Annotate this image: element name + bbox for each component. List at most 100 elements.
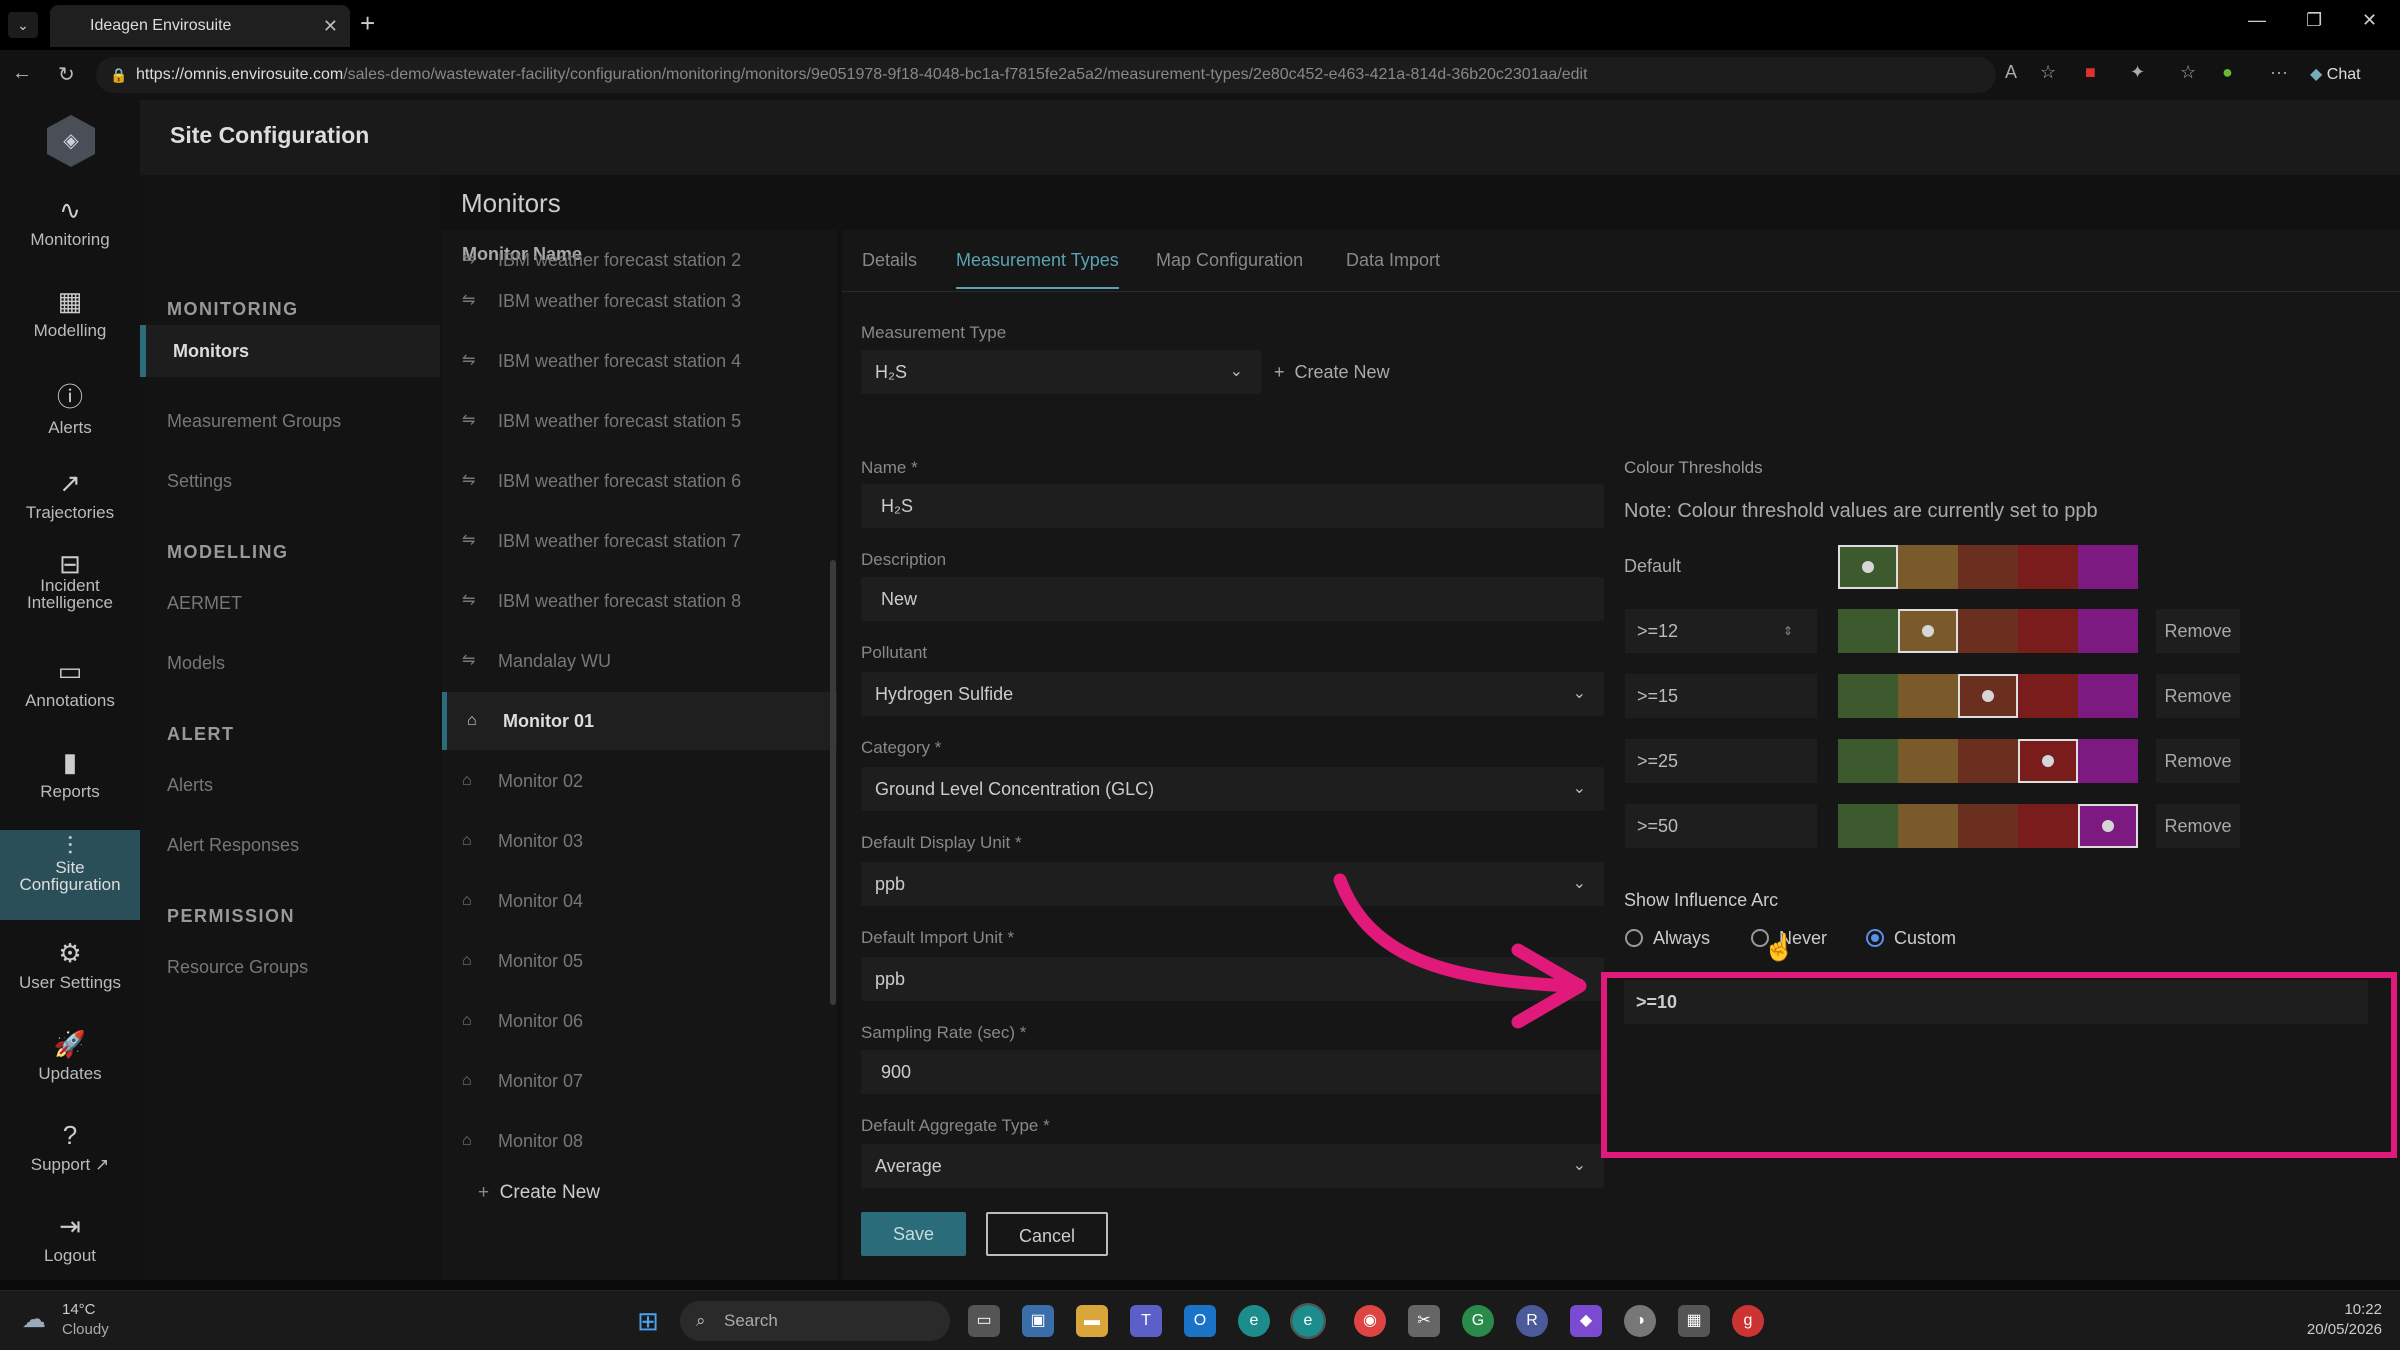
threshold-colour-swatch[interactable] <box>1838 739 1898 783</box>
radio-always[interactable] <box>1625 929 1643 947</box>
secnav-alerts[interactable]: Alerts <box>167 775 213 796</box>
create-measurement-type-button[interactable]: + Create New <box>1274 362 1390 383</box>
monitor-item[interactable]: ⇋ IBM weather forecast station 2 <box>442 250 837 270</box>
favorite-icon[interactable]: ☆ <box>2040 62 2056 83</box>
tab-data-import[interactable]: Data Import <box>1346 250 1440 271</box>
nav-modelling[interactable]: ▦ Modelling <box>0 286 140 341</box>
threshold-colour-swatch[interactable] <box>1838 804 1898 848</box>
restore-icon[interactable]: ❐ <box>2306 10 2322 31</box>
monitor-item[interactable]: ⇋ IBM weather forecast station 3 <box>442 272 837 330</box>
monitor-item[interactable]: ⇋ Mandalay WU <box>442 632 837 690</box>
remove-threshold-button[interactable]: Remove <box>2156 804 2240 848</box>
nav-monitoring[interactable]: ∿ Monitoring <box>0 195 140 250</box>
nav-support[interactable]: ? Support ↗ <box>0 1120 140 1175</box>
secnav-models[interactable]: Models <box>167 653 225 674</box>
favorites-bar-icon[interactable]: ☆ <box>2180 62 2196 83</box>
more-menu-icon[interactable]: ··· <box>2270 62 2288 83</box>
extensions-puzzle-icon[interactable]: ✦ <box>2130 62 2145 83</box>
monitor-item[interactable]: ⇋ IBM weather forecast station 5 <box>442 392 837 450</box>
aggregate-type-select[interactable]: Average ⌄ <box>861 1144 1604 1188</box>
threshold-input[interactable]: >=15 <box>1625 674 1817 718</box>
threshold-colour-swatch[interactable] <box>2078 674 2138 718</box>
threshold-colour-swatch[interactable] <box>1838 674 1898 718</box>
edge-active-icon[interactable]: e <box>1290 1303 1326 1339</box>
new-tab-icon[interactable]: + <box>360 8 375 39</box>
monitor-item[interactable]: ⇋ IBM weather forecast station 8 <box>442 572 837 630</box>
threshold-colour-swatch[interactable] <box>1898 804 1958 848</box>
tab-details[interactable]: Details <box>862 250 917 271</box>
name-input[interactable]: H₂S <box>861 484 1604 528</box>
chrome-icon[interactable]: ◉ <box>1354 1305 1386 1337</box>
back-icon[interactable]: ← <box>12 62 32 85</box>
outlook-icon[interactable]: O <box>1184 1305 1216 1337</box>
tab-map-configuration[interactable]: Map Configuration <box>1156 250 1303 271</box>
secnav-resource-groups[interactable]: Resource Groups <box>167 957 308 978</box>
secnav-monitors[interactable]: Monitors <box>140 325 440 377</box>
threshold-input[interactable]: >=12 ⇕ <box>1625 609 1817 653</box>
monitor-item[interactable]: ⌂ Monitor 07 <box>442 1052 837 1110</box>
app-logo-icon[interactable]: ◈ <box>47 115 95 167</box>
grammarly-icon[interactable]: G <box>1462 1305 1494 1337</box>
read-aloud-icon[interactable]: A <box>2005 62 2017 83</box>
threshold-colour-swatch[interactable] <box>1958 804 2018 848</box>
taskbar-search[interactable]: ⌕ Search <box>680 1301 950 1341</box>
stepper-icon[interactable]: ⇕ <box>1783 609 1793 653</box>
threshold-colour-swatch[interactable] <box>2018 545 2078 589</box>
threshold-colour-swatch[interactable] <box>1898 545 1958 589</box>
remove-threshold-button[interactable]: Remove <box>2156 609 2240 653</box>
task-view-icon[interactable]: ▭ <box>968 1305 1000 1337</box>
remove-threshold-button[interactable]: Remove <box>2156 739 2240 783</box>
threshold-colour-swatch[interactable] <box>2078 545 2138 589</box>
threshold-colour-swatch[interactable] <box>1958 609 2018 653</box>
threshold-colour-swatch[interactable] <box>2018 609 2078 653</box>
close-window-icon[interactable]: ✕ <box>2362 10 2377 31</box>
monitor-item[interactable]: ⇋ IBM weather forecast station 4 <box>442 332 837 390</box>
minimize-icon[interactable]: — <box>2248 10 2266 31</box>
edge-icon[interactable]: e <box>1238 1305 1270 1337</box>
nav-updates[interactable]: 🚀 Updates <box>0 1029 140 1084</box>
nav-user-settings[interactable]: ⚙ User Settings <box>0 938 140 993</box>
threshold-colour-swatch[interactable] <box>1838 609 1898 653</box>
monitor-item[interactable]: ⇋ IBM weather forecast station 6 <box>442 452 837 510</box>
windows-start-icon[interactable]: ⊞ <box>632 1305 664 1337</box>
secnav-measurement-groups[interactable]: Measurement Groups <box>167 411 341 432</box>
threshold-input[interactable]: >=50 <box>1625 804 1817 848</box>
store-icon[interactable]: ▣ <box>1022 1305 1054 1337</box>
monitor-item[interactable]: ⌂ Monitor 06 <box>442 992 837 1050</box>
refresh-icon[interactable]: ↻ <box>58 62 75 87</box>
radio-custom[interactable] <box>1866 929 1884 947</box>
nav-logout[interactable]: ⇥ Logout <box>0 1211 140 1266</box>
threshold-colour-swatch[interactable] <box>1898 674 1958 718</box>
secnav-settings[interactable]: Settings <box>167 471 232 492</box>
nav-trajectories[interactable]: ↗ Trajectories <box>0 468 140 523</box>
remove-threshold-button[interactable]: Remove <box>2156 674 2240 718</box>
threshold-colour-swatch[interactable] <box>1958 739 2018 783</box>
profile-avatar[interactable]: ● <box>2222 62 2233 83</box>
nav-alerts[interactable]: ⓘ Alerts <box>0 377 140 438</box>
save-button[interactable]: Save <box>861 1212 966 1256</box>
snipping-tool-icon[interactable]: ✂ <box>1408 1305 1440 1337</box>
monitor-item[interactable]: ⌂ Monitor 03 <box>442 812 837 870</box>
app-g-icon[interactable]: g <box>1732 1305 1764 1337</box>
nav-reports[interactable]: ▮ Reports <box>0 747 140 802</box>
monitor-item[interactable]: ⇋ IBM weather forecast station 7 <box>442 512 837 570</box>
monitor-item[interactable]: ⌂ Monitor 08 <box>442 1112 837 1170</box>
extension-icon[interactable]: ■ <box>2085 62 2096 83</box>
create-monitor-button[interactable]: + Create New <box>478 1182 600 1204</box>
threshold-colour-swatch[interactable] <box>1958 545 2018 589</box>
measurement-type-select[interactable]: H₂S ⌄ <box>861 350 1261 394</box>
file-explorer-icon[interactable]: ▬ <box>1076 1305 1108 1337</box>
nav-incident-intelligence[interactable]: ⊟ Incident Intelligence <box>0 551 140 611</box>
threshold-colour-swatch[interactable] <box>2078 739 2138 783</box>
tab-actions-icon[interactable]: ⌄ <box>8 12 38 38</box>
copilot-chat-button[interactable]: ◆ Chat <box>2310 60 2361 90</box>
nav-annotations[interactable]: ▭ Annotations <box>0 656 140 711</box>
monitor-item[interactable]: ⌂ Monitor 02 <box>442 752 837 810</box>
threshold-colour-swatch[interactable] <box>2078 609 2138 653</box>
monitor-item[interactable]: ⌂ Monitor 04 <box>442 872 837 930</box>
secnav-aermet[interactable]: AERMET <box>167 593 242 614</box>
close-tab-icon[interactable]: ✕ <box>323 5 338 47</box>
copilot-app-icon[interactable]: ◆ <box>1570 1305 1602 1337</box>
threshold-colour-swatch[interactable] <box>2018 674 2078 718</box>
threshold-colour-swatch[interactable] <box>1898 739 1958 783</box>
